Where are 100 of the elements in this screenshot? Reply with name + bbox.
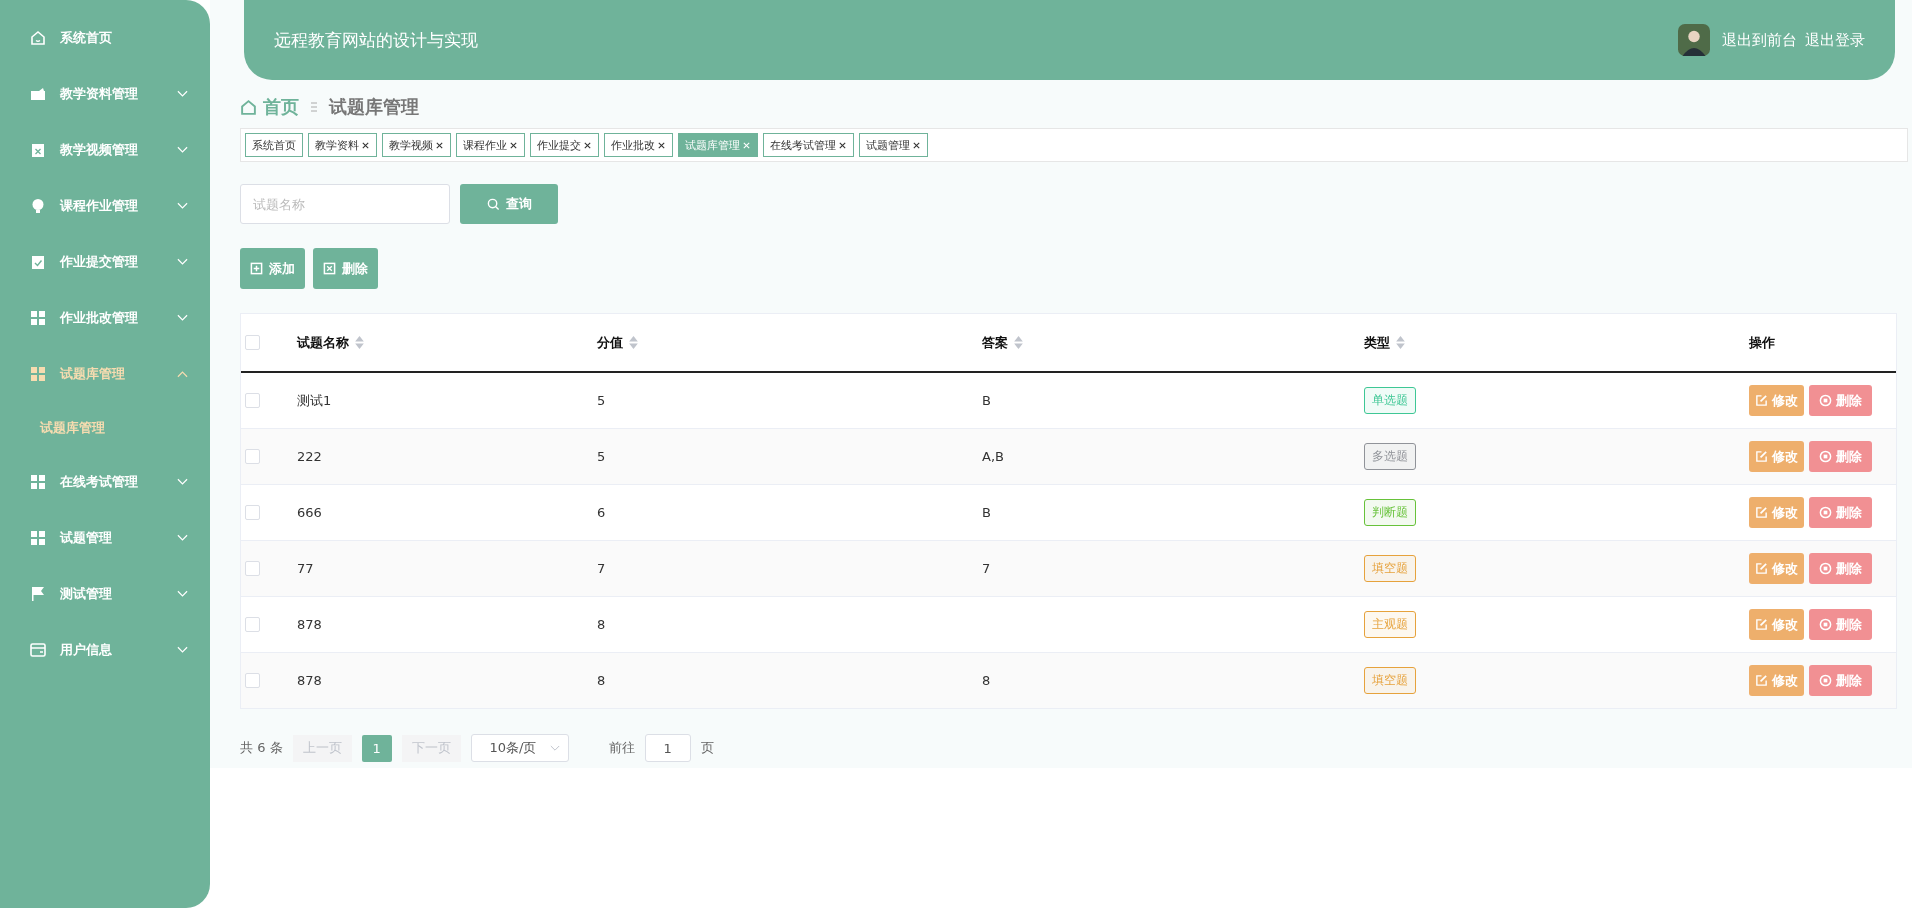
sort-icon[interactable] (1014, 336, 1023, 349)
close-icon[interactable] (361, 140, 370, 150)
menu-label: 测试管理 (60, 585, 113, 603)
menu-label: 教学视频管理 (60, 141, 139, 159)
checkbox[interactable] (245, 561, 260, 576)
delete-button[interactable]: 删除 (1809, 497, 1872, 528)
wallet-icon (30, 86, 46, 102)
delete-button[interactable]: 删除 (1809, 609, 1872, 640)
toolbar-button[interactable]: 添加 (240, 248, 305, 289)
menu-item[interactable]: 用户信息 (0, 622, 210, 678)
table-cell: 77 (297, 561, 314, 576)
delete-icon (1819, 394, 1832, 407)
menu-label: 用户信息 (60, 641, 113, 659)
menu-label: 作业批改管理 (60, 309, 139, 327)
column-header: 类型 (1364, 333, 1390, 352)
edit-button[interactable]: 修改 (1749, 441, 1804, 472)
table-cell: 6 (597, 505, 606, 520)
tab[interactable]: 作业提交 (530, 133, 599, 157)
table-cell: 测试1 (297, 391, 332, 410)
table-cell: 666 (297, 505, 322, 520)
home-icon (240, 98, 257, 116)
delete-button[interactable]: 删除 (1809, 385, 1872, 416)
menu-item[interactable]: 教学资料管理 (0, 66, 210, 122)
tab[interactable]: 系统首页 (245, 133, 303, 157)
menu-item[interactable]: 作业批改管理 (0, 290, 210, 346)
tab[interactable]: 作业批改 (604, 133, 673, 157)
toolbar-button[interactable]: 删除 (313, 248, 378, 289)
checkbox[interactable] (245, 673, 260, 688)
delete-icon (1819, 450, 1832, 463)
tab[interactable]: 试题库管理 (678, 133, 758, 157)
type-tag: 主观题 (1364, 611, 1416, 638)
type-tag: 填空题 (1364, 555, 1416, 582)
close-icon[interactable] (912, 140, 921, 150)
table-cell: 5 (597, 449, 606, 464)
tab[interactable]: 在线考试管理 (763, 133, 854, 157)
header-link[interactable]: 退出到前台 (1722, 30, 1797, 50)
menu-item[interactable]: 试题库管理 (0, 346, 210, 402)
type-tag: 多选题 (1364, 443, 1416, 470)
table-cell: 7 (597, 561, 606, 576)
clipboard-check-icon (30, 254, 46, 270)
menu-label: 试题库管理 (60, 365, 126, 383)
close-icon[interactable] (583, 140, 592, 150)
column-header: 分值 (597, 333, 623, 352)
edit-icon (1755, 450, 1768, 463)
delete-icon (1819, 618, 1832, 631)
table-cell: 8 (597, 673, 606, 688)
tab[interactable]: 教学资料 (308, 133, 377, 157)
home-icon (30, 30, 46, 46)
menu-item[interactable]: 作业提交管理 (0, 234, 210, 290)
breadcrumb-link[interactable]: 首页 (263, 95, 299, 119)
header-link[interactable]: 退出登录 (1805, 30, 1865, 50)
grid-icon (30, 366, 46, 382)
menu-label: 教学资料管理 (60, 85, 139, 103)
tab[interactable]: 课程作业 (456, 133, 525, 157)
close-icon[interactable] (509, 140, 518, 150)
edit-button[interactable]: 修改 (1749, 609, 1804, 640)
tab[interactable]: 试题管理 (859, 133, 928, 157)
delete-button[interactable]: 删除 (1809, 665, 1872, 696)
menu-item[interactable]: 试题管理 (0, 510, 210, 566)
close-icon[interactable] (435, 140, 444, 150)
close-icon[interactable] (838, 140, 847, 150)
table-cell: A,B (982, 449, 1004, 464)
delete-button[interactable]: 删除 (1809, 553, 1872, 584)
sort-icon[interactable] (355, 336, 364, 349)
submenu-item[interactable]: 试题库管理 (0, 402, 210, 454)
menu-item[interactable]: 在线考试管理 (0, 454, 210, 510)
checkbox[interactable] (245, 505, 260, 520)
tab[interactable]: 教学视频 (382, 133, 451, 157)
table-cell: 878 (297, 617, 322, 632)
edit-button[interactable]: 修改 (1749, 665, 1804, 696)
page-input[interactable]: 1 (644, 734, 691, 762)
column-header: 操作 (1749, 333, 1775, 352)
edit-icon (1755, 506, 1768, 519)
sort-icon[interactable] (1396, 336, 1405, 349)
menu-item[interactable]: 教学视频管理 (0, 122, 210, 178)
page-number[interactable]: 1 (361, 734, 392, 762)
edit-button[interactable]: 修改 (1749, 553, 1804, 584)
search-field[interactable]: 试题名称 (240, 184, 450, 224)
checkbox[interactable] (245, 393, 260, 408)
menu-label: 试题管理 (60, 529, 113, 547)
page-unit: 页 (700, 739, 714, 757)
checkbox[interactable] (245, 335, 260, 350)
search-button[interactable]: 查询 (460, 184, 558, 224)
bulb-icon (30, 198, 46, 214)
avatar (1678, 24, 1710, 56)
page-size-select[interactable]: 10条/页 (470, 734, 569, 762)
menu-item[interactable]: 测试管理 (0, 566, 210, 622)
close-icon[interactable] (657, 140, 666, 150)
menu-item[interactable]: 课程作业管理 (0, 178, 210, 234)
delete-button[interactable]: 删除 (1809, 441, 1872, 472)
clipboard-icon (30, 142, 46, 158)
chevron-down-icon (549, 744, 560, 752)
menu-item[interactable]: 系统首页 (0, 10, 210, 66)
grid-icon (30, 530, 46, 546)
checkbox[interactable] (245, 617, 260, 632)
sort-icon[interactable] (629, 336, 638, 349)
edit-button[interactable]: 修改 (1749, 497, 1804, 528)
edit-button[interactable]: 修改 (1749, 385, 1804, 416)
checkbox[interactable] (245, 449, 260, 464)
delete-icon (323, 262, 336, 275)
